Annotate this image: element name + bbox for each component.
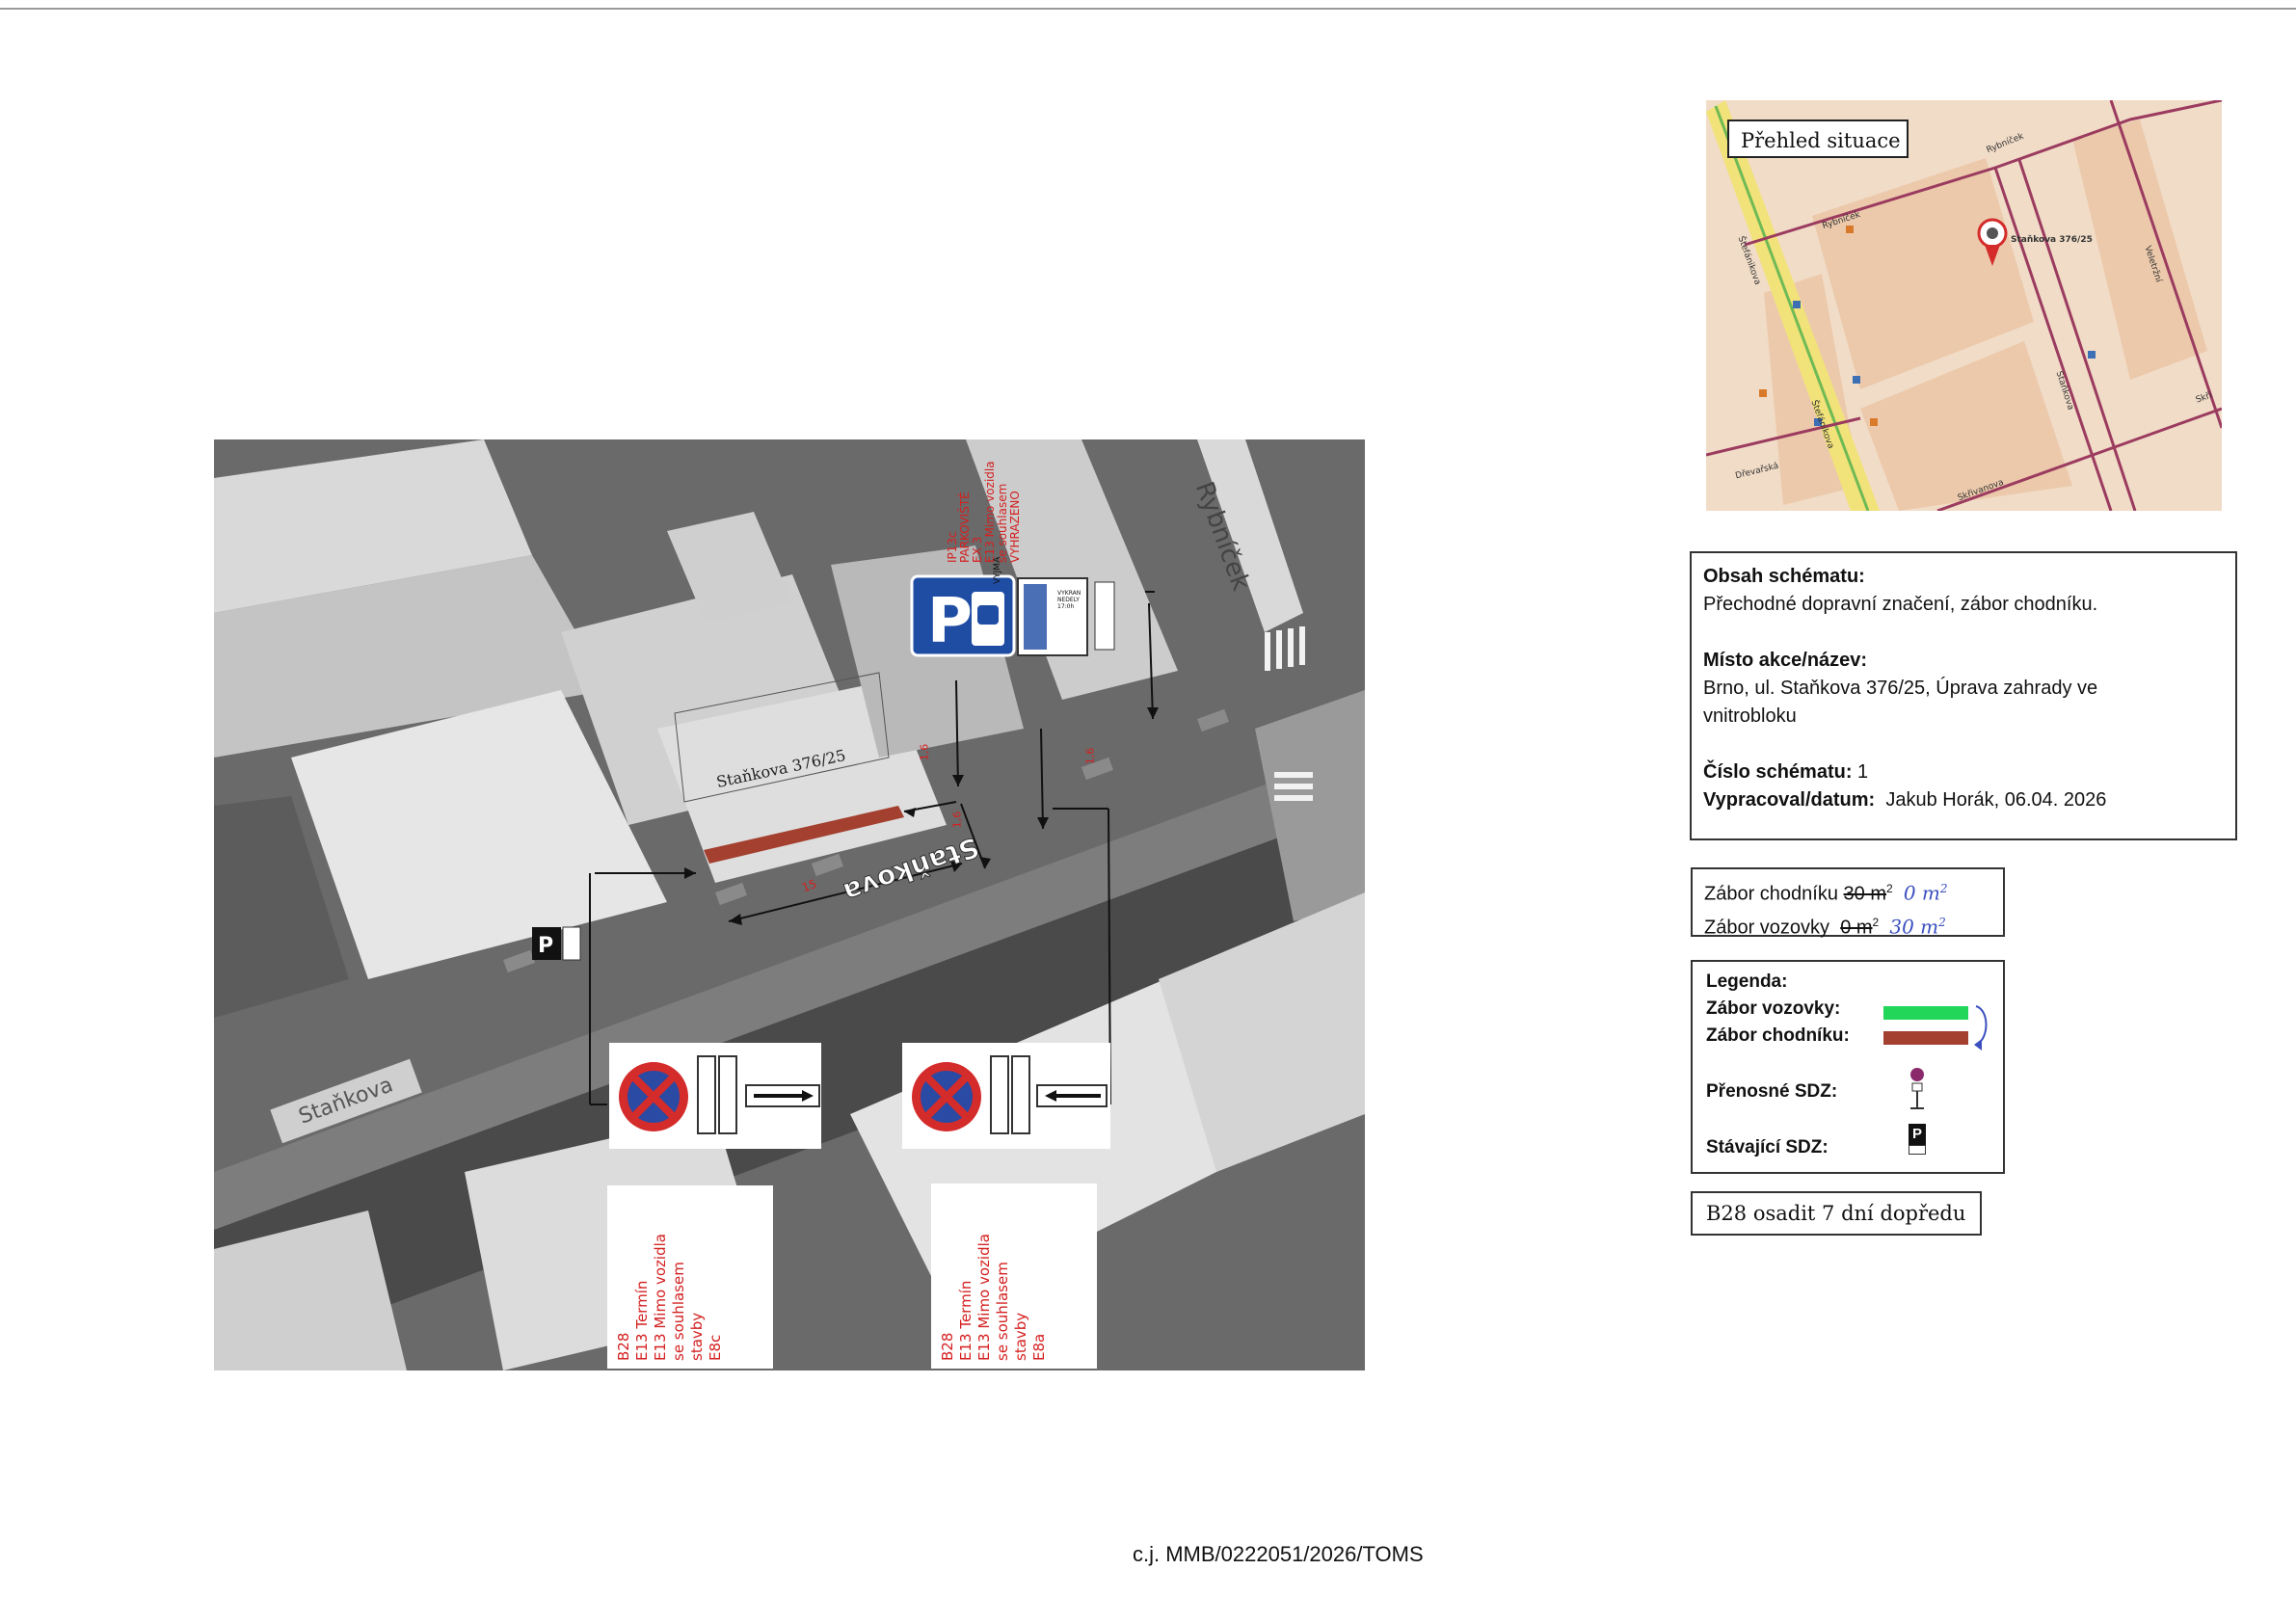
sidewalk-hand-sup: 2 <box>1939 882 1948 895</box>
author-label: Vypracoval/datum: <box>1703 789 1876 811</box>
map-title: Přehled situace <box>1727 120 1909 158</box>
sidewalk-area-handwritten: 0 m <box>1903 881 1940 905</box>
top-sign-note: IP13c PARKOVIŠTĚ EX 3 E13 Mimo vozidla s… <box>946 461 1022 563</box>
overview-map-drawing <box>1706 100 2222 511</box>
overview-map: Přehled situace Staňkova 376/25 Rybníček… <box>1706 100 2222 511</box>
note-box-left: B28 E13 Termín E13 Mimo vozidla se souhl… <box>607 1185 773 1369</box>
legend-swap-arrow-icon <box>1974 1005 1988 1051</box>
scheme-info: Obsah schématu: Přechodné dopravní znače… <box>1690 551 2237 840</box>
document-reference: c.j. MMB/0222051/2026/TOMS <box>1133 1542 1424 1566</box>
legend: Legenda: Zábor vozovky: Zábor chodníku: … <box>1691 960 2005 1174</box>
place-text-2: vnitrobloku <box>1703 705 1797 727</box>
content-label: Obsah schématu: <box>1703 566 1865 587</box>
legend-sidewalk-swatch <box>1883 1031 1968 1045</box>
sidewalk-area-sup: 2 <box>1886 882 1893 895</box>
place-text-1: Brno, ul. Staňkova 376/25, Úprava zahrad… <box>1703 678 2098 699</box>
dim-label-1: 1,6 <box>918 743 931 761</box>
legend-road-label: Zábor vozovky: <box>1706 998 1841 1019</box>
legend-existing-label: Stávající SDZ: <box>1706 1137 1829 1157</box>
b28-note: B28 osadit 7 dní dopředu <box>1691 1191 1982 1236</box>
sidewalk-area-value: 30 m <box>1843 883 1887 905</box>
road-area-label: Zábor vozovky <box>1704 917 1830 939</box>
svg-text:P: P <box>538 934 553 958</box>
note-box-right: B28 E13 Termín E13 Mimo vozidla se souhl… <box>931 1184 1097 1369</box>
no-stopping-icon <box>619 1055 820 1134</box>
note-right-text: B28 E13 Termín E13 Mimo vozidla se souhl… <box>939 1234 1048 1361</box>
area-box: Zábor chodníku 30 m2 0 m2 Zábor vozovky … <box>1691 867 2005 939</box>
legend-title: Legenda: <box>1706 971 1788 992</box>
existing-sign-icon: P <box>1909 1124 1926 1145</box>
no-stopping-icon <box>912 1055 1108 1134</box>
content-text: Přechodné dopravní značení, zábor chodní… <box>1703 594 2098 615</box>
road-hand-sup: 2 <box>1938 915 1946 929</box>
existing-sign-plate <box>1909 1145 1926 1155</box>
no-stopping-sign-right <box>902 1043 1110 1149</box>
sidewalk-area-label: Zábor chodníku <box>1704 883 1838 905</box>
number-value: 1 <box>1857 761 1869 783</box>
note-left-text: B28 E13 Termín E13 Mimo vozidla se souhl… <box>615 1234 724 1361</box>
portable-sign-icon <box>1910 1068 1924 1109</box>
top-rule <box>0 8 2296 10</box>
dim-label-3: 1,6 <box>1083 747 1097 765</box>
existing-sign-letter-legend: P <box>1911 1126 1922 1142</box>
sign-vyjma: VYJMA <box>993 556 1002 584</box>
dim-label-2: 1,6 <box>950 811 964 829</box>
legend-sidewalk-label: Zábor chodníku: <box>1706 1025 1850 1046</box>
no-stopping-sign-left <box>609 1043 821 1149</box>
sign-panel-text: VYKRAN NEDELY 17:0h <box>1057 590 1081 610</box>
legend-portable-label: Přenosné SDZ: <box>1706 1081 1838 1102</box>
author-value: Jakub Horák, 06.04. 2026 <box>1885 789 2107 811</box>
road-area-handwritten: 30 m <box>1889 915 1939 939</box>
place-label: Místo akce/název: <box>1703 650 1868 671</box>
svg-text:P: P <box>927 586 973 657</box>
aerial-photo-drawing: P P <box>214 439 1365 1370</box>
road-area-sup: 2 <box>1872 915 1880 929</box>
road-area-value: 0 m <box>1840 917 1873 939</box>
number-label: Číslo schématu: <box>1703 761 1853 783</box>
map-address-label: Staňkova 376/25 <box>2011 235 2093 245</box>
aerial-photo: P P B28 E13 Termín E13 Mimo vozidla se s… <box>214 439 1365 1370</box>
legend-road-swatch <box>1883 1006 1968 1020</box>
